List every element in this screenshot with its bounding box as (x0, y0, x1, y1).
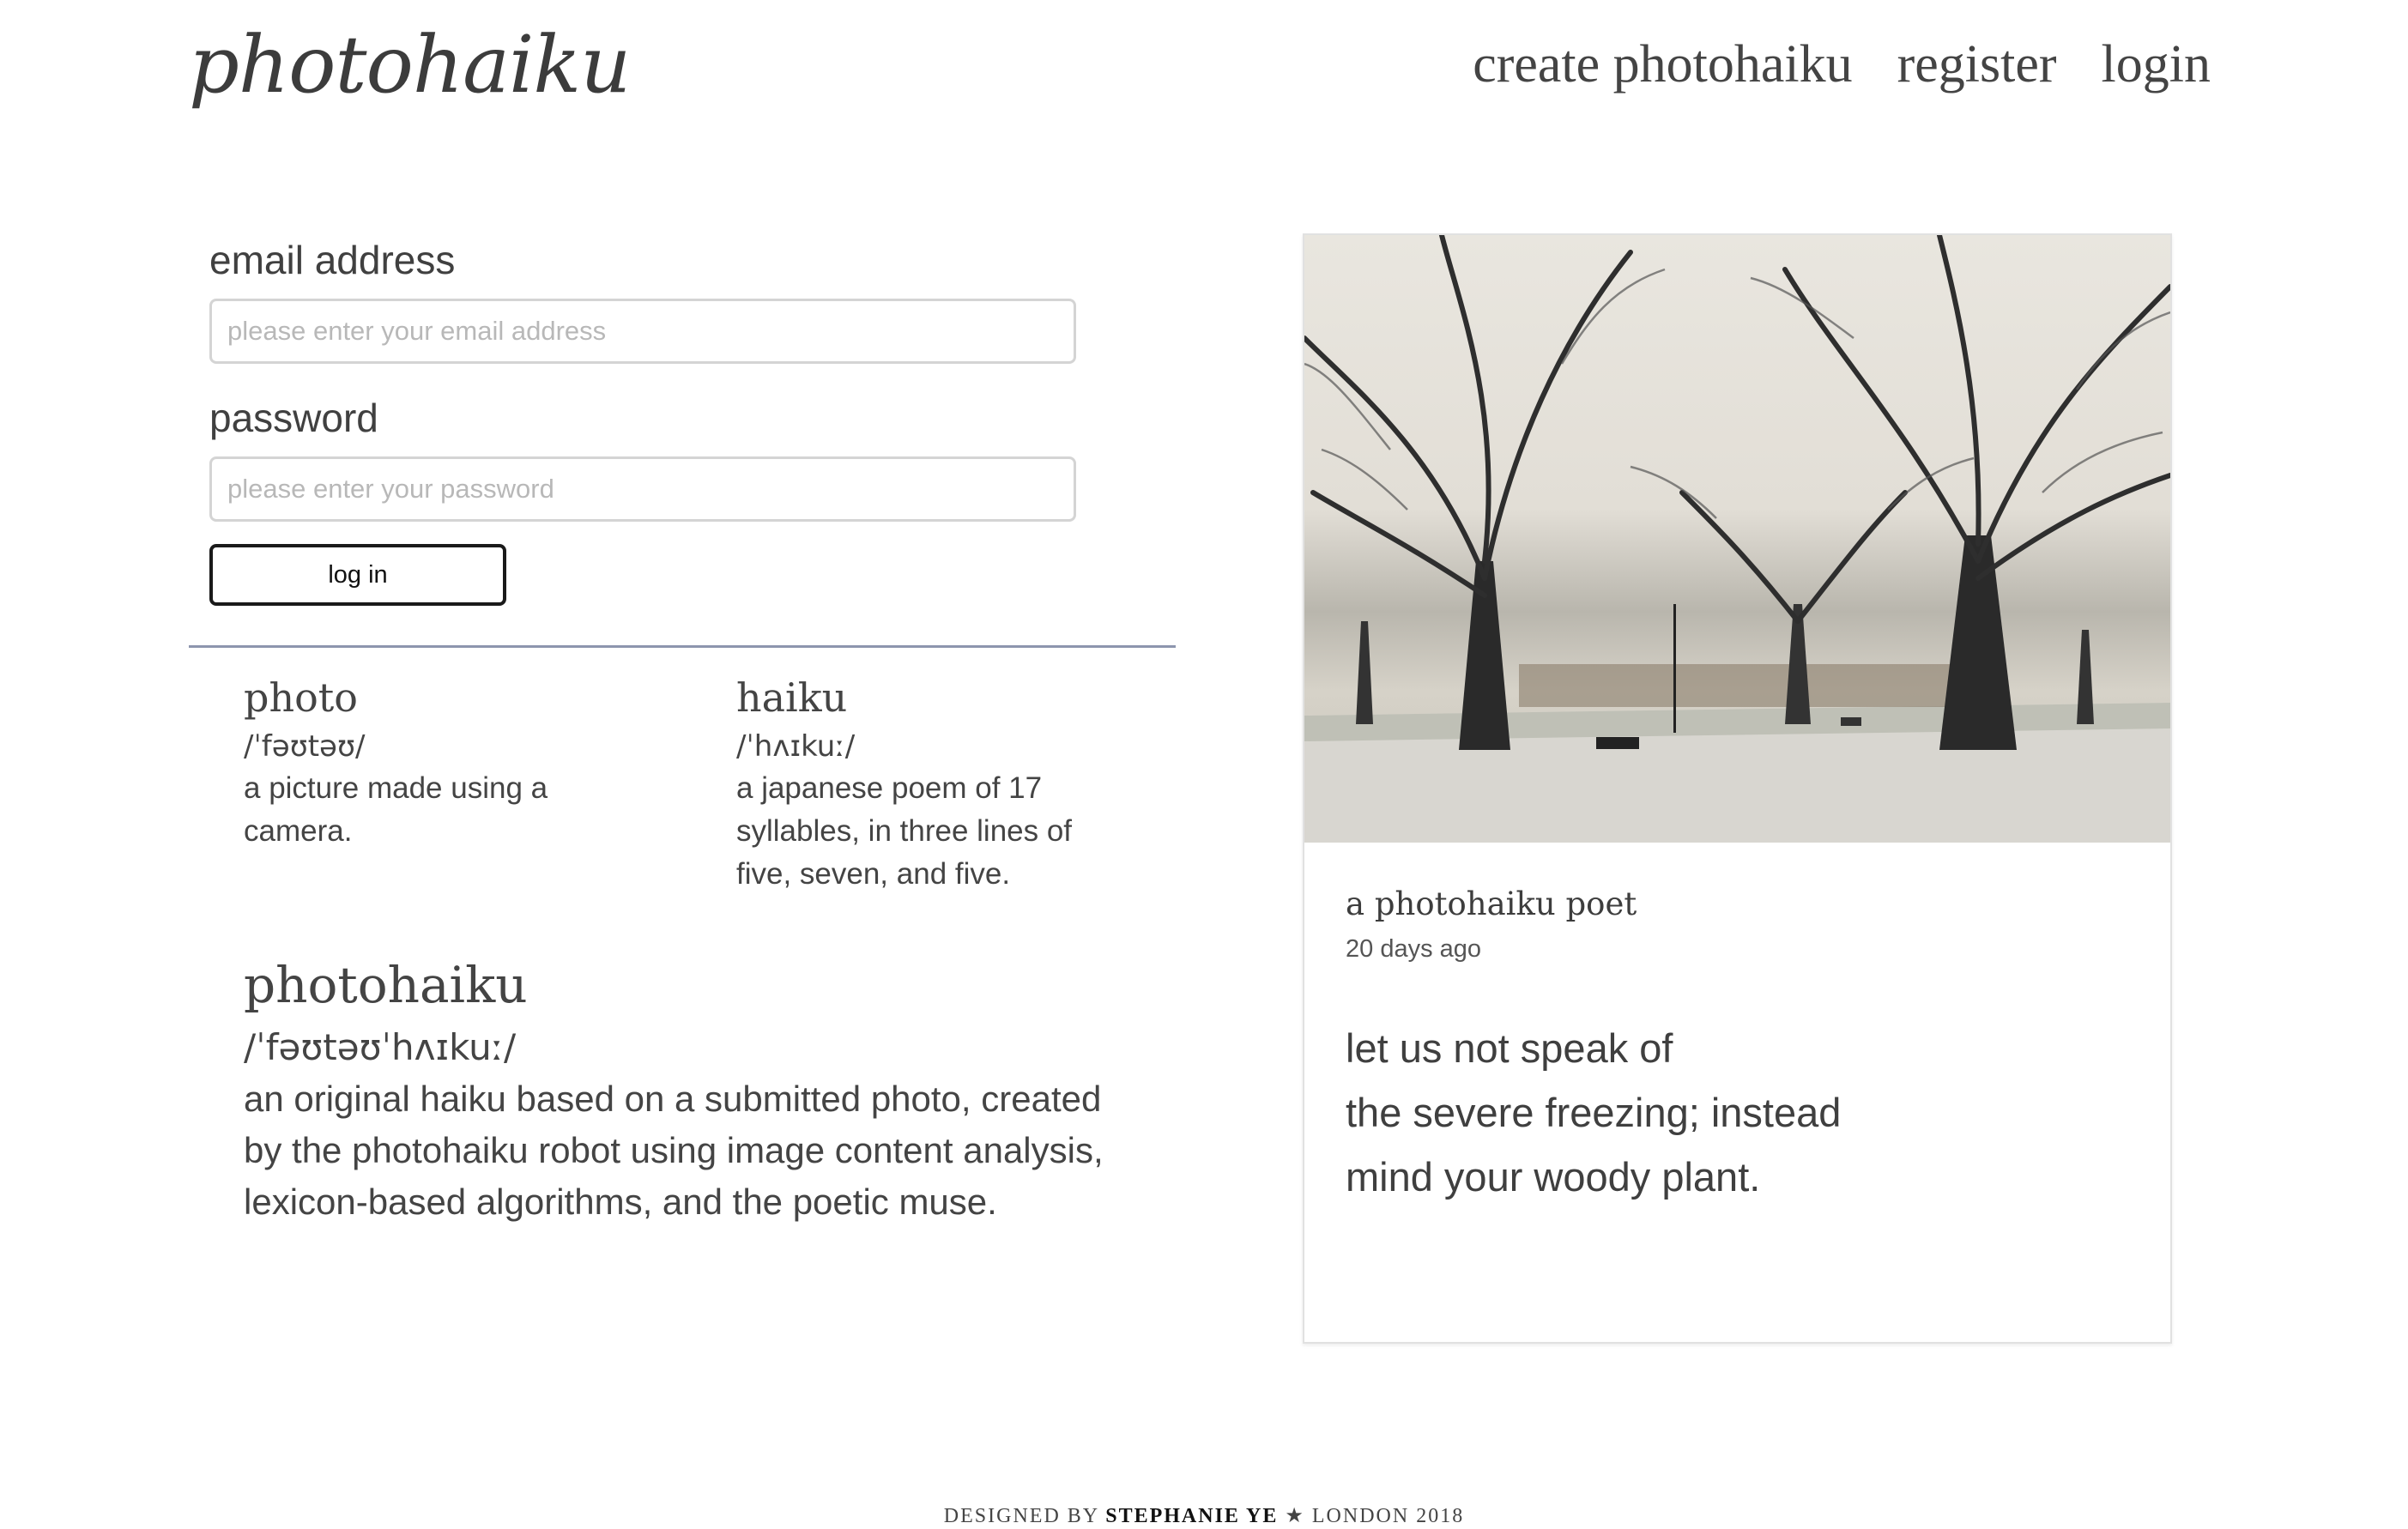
definition-meaning: a picture made using a camera. (244, 771, 548, 848)
definition-meaning: a japanese poem of 17 syllables, in thre… (736, 771, 1073, 891)
email-field[interactable] (209, 299, 1076, 364)
main-nav: create photohaiku register login (1473, 34, 2211, 95)
nav-register[interactable]: register (1897, 34, 2057, 95)
definition-photo: photo /ˈfəʊtəʊ/ a picture made using a c… (244, 674, 621, 853)
definition-pronunciation: /ˈfəʊtəʊˈhʌɪkuː/ (244, 1026, 517, 1068)
poem-line: mind your woody plant. (1346, 1154, 1761, 1200)
login-form: email address password log in (209, 237, 1076, 606)
password-field[interactable] (209, 456, 1076, 522)
section-divider (189, 645, 1176, 648)
footer-designer-name: STEPHANIE YE (1105, 1505, 1279, 1527)
definition-haiku: haiku /ˈhʌɪkuː/ a japanese poem of 17 sy… (736, 674, 1114, 896)
footer-credit: DESIGNED BY STEPHANIE YE ★ LONDON 2018 (0, 1503, 2408, 1528)
footer-suffix: ★ LONDON 2018 (1278, 1505, 1465, 1527)
snowy-park-illustration (1304, 235, 2170, 843)
haiku-poem: let us not speak of the severe freezing;… (1346, 1016, 1841, 1209)
poem-line: the severe freezing; instead (1346, 1090, 1842, 1135)
nav-create-photohaiku[interactable]: create photohaiku (1473, 34, 1852, 95)
email-label: email address (209, 238, 456, 282)
definition-term: haiku (736, 674, 848, 721)
definition-term: photohaiku (244, 956, 528, 1014)
card-timestamp: 20 days ago (1346, 935, 1482, 963)
snowy-park-photo (1304, 235, 2170, 843)
footer-prefix: DESIGNED BY (943, 1505, 1106, 1527)
definition-pronunciation: /ˈhʌɪkuː/ (736, 729, 856, 764)
definition-meaning: an original haiku based on a submitted p… (244, 1079, 1104, 1222)
login-button[interactable]: log in (209, 544, 506, 606)
site-logo[interactable]: photohaiku (189, 19, 631, 111)
poem-line: let us not speak of (1346, 1025, 1673, 1071)
definition-photohaiku: photohaiku /ˈfəʊtəʊˈhʌɪkuː/ an original … (244, 956, 1136, 1228)
card-author: a photohaiku poet (1346, 885, 1637, 922)
definition-term: photo (244, 674, 358, 721)
photohaiku-card[interactable]: a photohaiku poet 20 days ago let us not… (1303, 233, 2172, 1344)
definition-pronunciation: /ˈfəʊtəʊ/ (244, 729, 366, 764)
nav-login[interactable]: login (2102, 34, 2211, 95)
password-label: password (209, 396, 378, 440)
